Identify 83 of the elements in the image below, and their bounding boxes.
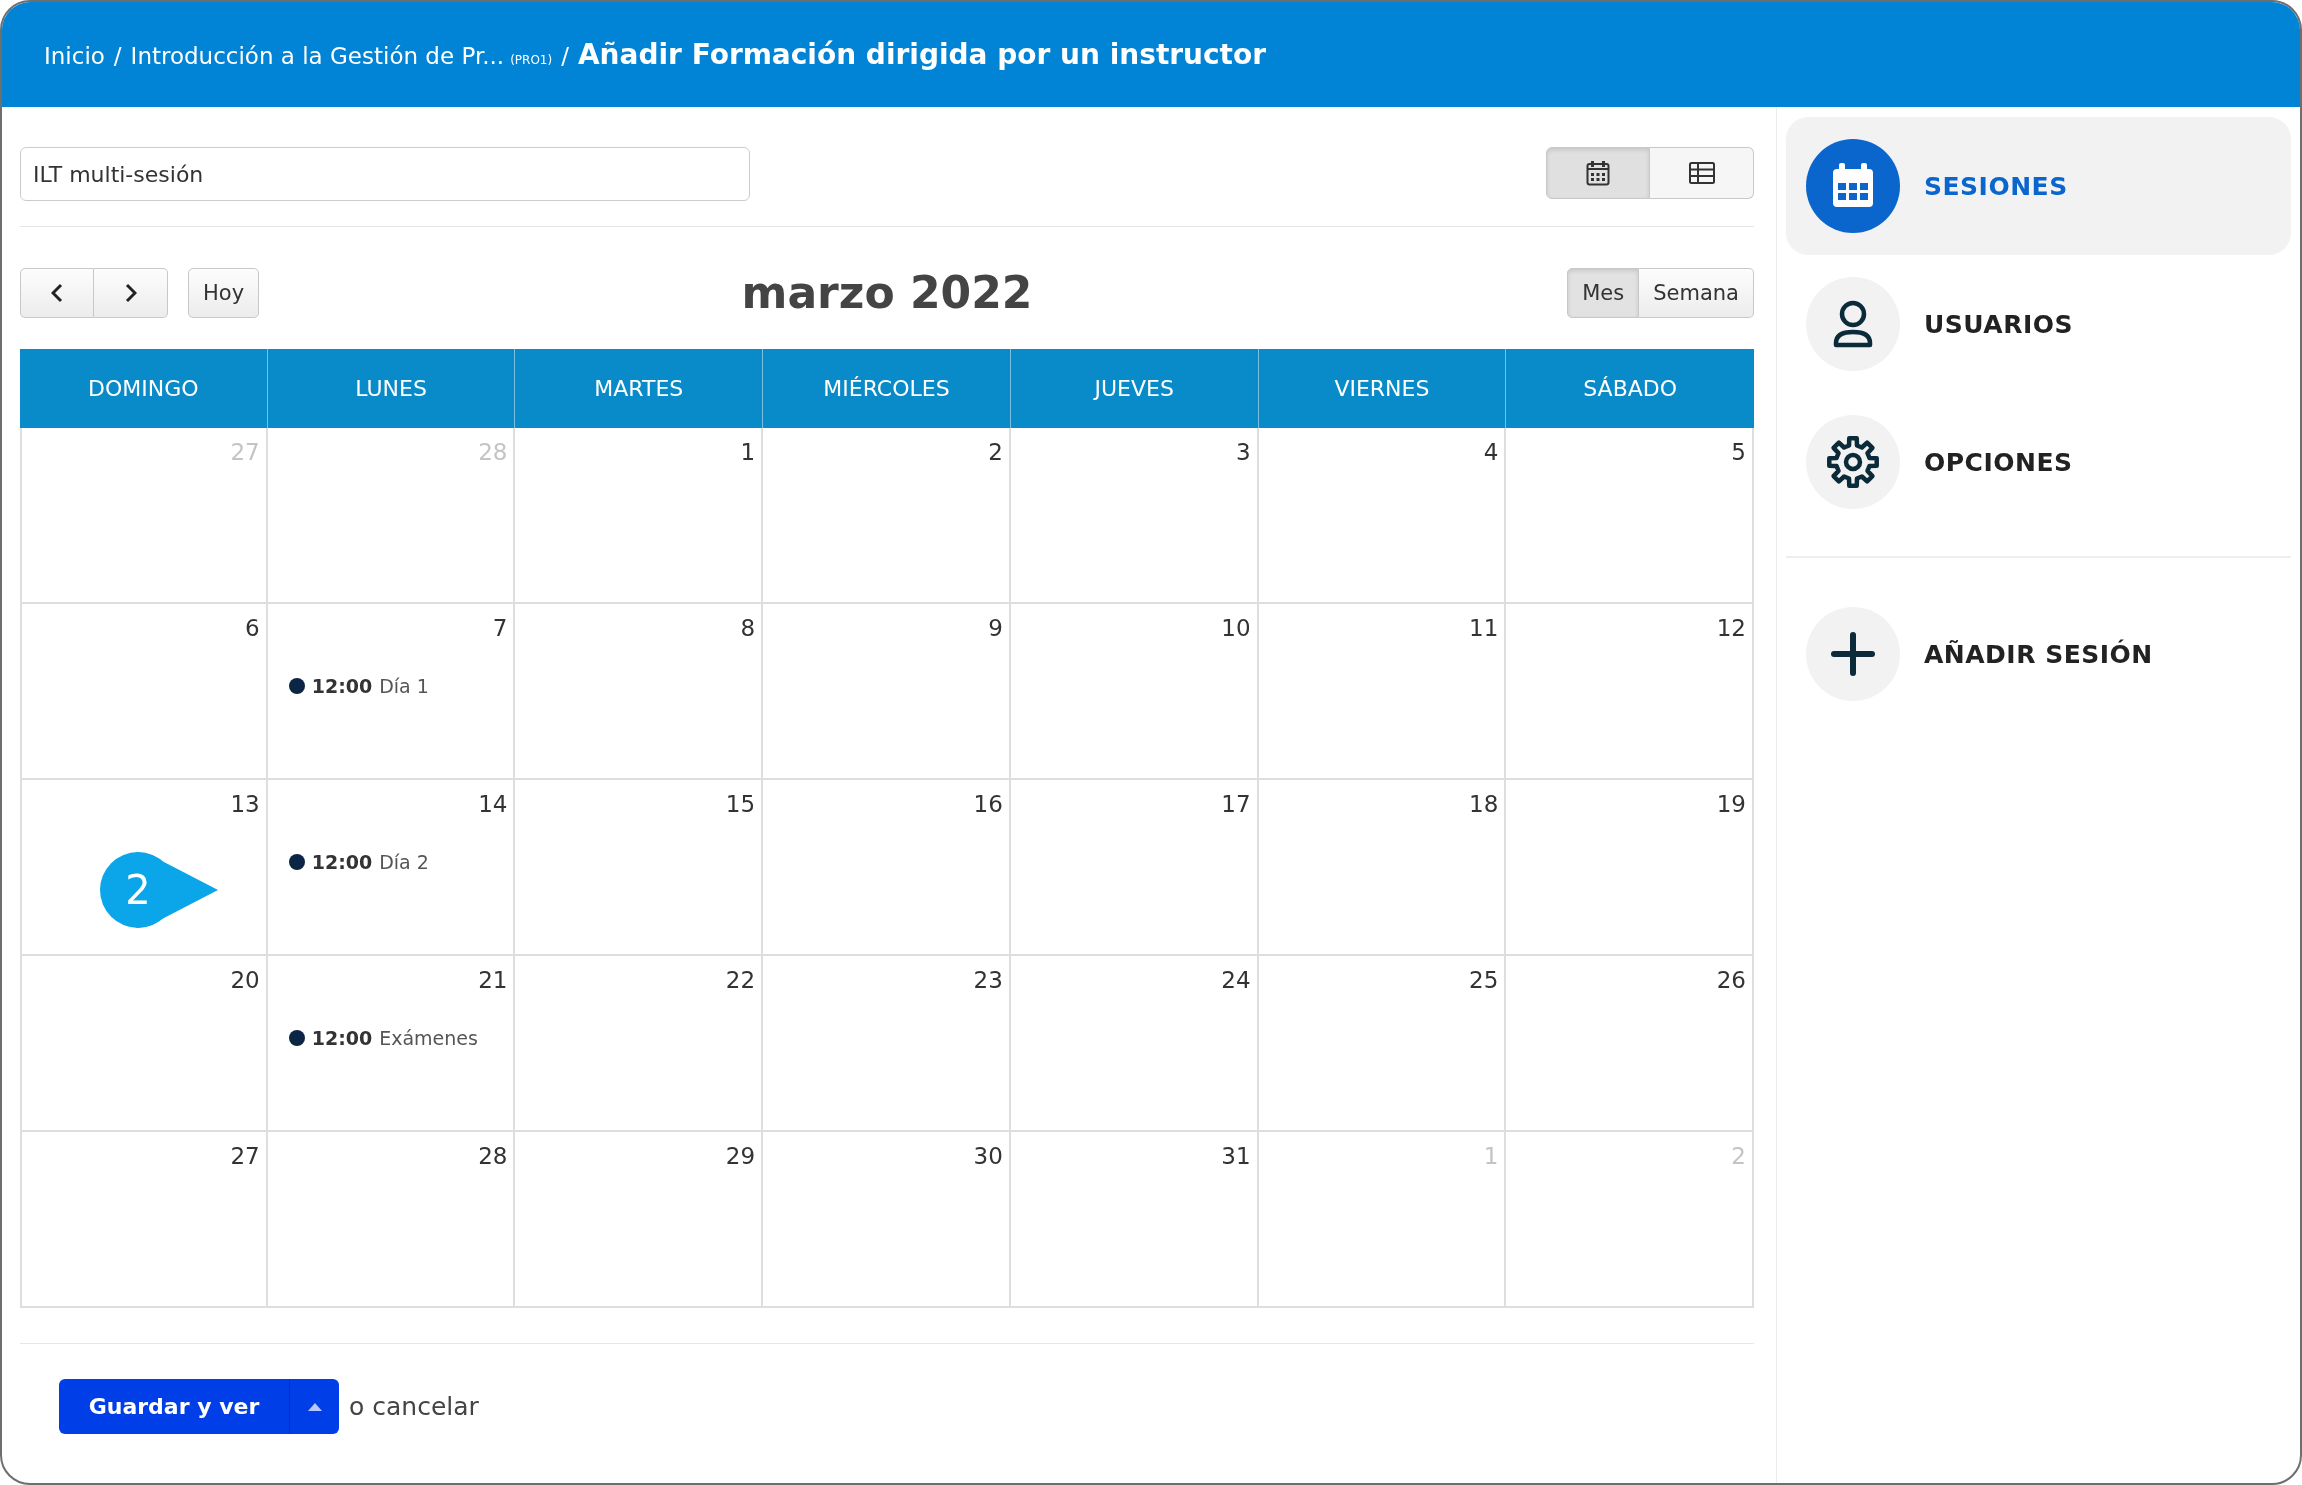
day-number: 15: [725, 790, 756, 819]
sidebar-label: AÑADIR SESIÓN: [1924, 639, 2153, 669]
weekday-header: LUNES: [267, 349, 516, 428]
save-button[interactable]: Guardar y ver: [59, 1379, 289, 1434]
weekday-header: MARTES: [515, 349, 764, 428]
day-number: 31: [1221, 1142, 1251, 1171]
day-number: 9: [988, 614, 1003, 643]
breadcrumb-link[interactable]: Inicio: [44, 43, 105, 69]
view-mode-button[interactable]: Mes: [1567, 267, 1640, 318]
day-number: 29: [725, 1142, 756, 1171]
event-dot-icon: [288, 854, 305, 870]
user-icon: [1806, 277, 1900, 371]
day-number: 18: [1469, 790, 1499, 819]
day-number: 22: [725, 966, 756, 995]
breadcrumb-separator: /: [113, 43, 122, 69]
course-code: (PRO1): [510, 53, 553, 67]
day-number: 19: [1716, 790, 1746, 819]
table-icon: [1688, 162, 1715, 184]
day-number: 11: [1469, 614, 1499, 643]
day-number: 3: [1235, 438, 1251, 467]
sidebar-label: OPCIONES: [1924, 447, 2073, 477]
day-number: 26: [1716, 966, 1746, 995]
previous-button[interactable]: [20, 267, 94, 318]
day-number: 24: [1221, 966, 1251, 995]
day-number: 5: [1731, 438, 1746, 467]
day-number: 1: [740, 438, 756, 467]
day-number: 27: [230, 438, 260, 467]
breadcrumb-link[interactable]: Introducción a la Gestión de Pr...: [130, 43, 505, 69]
cancel-text[interactable]: o cancelar: [349, 1392, 479, 1421]
day-number: 12: [1716, 614, 1746, 643]
day-number: 6: [245, 614, 260, 643]
day-number: 8: [740, 614, 756, 643]
day-number: 4: [1483, 438, 1499, 467]
today-button[interactable]: Hoy: [188, 267, 260, 318]
title-input[interactable]: ILT multi-sesión: [20, 147, 750, 201]
caret-icon: [307, 1402, 322, 1411]
weekday-header: VIERNES: [1258, 349, 1507, 428]
chevron-left-icon: [51, 282, 63, 303]
sidebar-label: SESIONES: [1924, 171, 2068, 201]
day-number: 16: [973, 790, 1003, 819]
day-number: 25: [1469, 966, 1499, 995]
day-number: 14: [478, 790, 508, 819]
plus-icon: [1806, 607, 1900, 701]
day-number: 20: [230, 966, 260, 995]
day-number: 17: [1221, 790, 1251, 819]
view-mode-button[interactable]: Semana: [1639, 267, 1754, 318]
day-number: 2: [988, 438, 1003, 467]
event-dot-icon: [288, 678, 305, 694]
settings-icon: [1806, 415, 1900, 509]
day-number: 28: [478, 438, 508, 467]
view-toggle-button[interactable]: [1650, 147, 1754, 199]
calendar-icon: [1586, 160, 1610, 186]
next-button[interactable]: [94, 267, 168, 318]
day-number: 30: [973, 1142, 1003, 1171]
dropdown-toggle-button[interactable]: [289, 1379, 339, 1434]
calendar-event[interactable]: 12:00 Exámenes: [288, 1027, 478, 1049]
weekday-header: JUEVES: [1010, 349, 1259, 428]
view-toggle-button[interactable]: [1546, 147, 1650, 199]
calendar-event[interactable]: 12:00 Día 2: [288, 851, 429, 873]
day-number: 1: [1483, 1142, 1499, 1171]
sessions-tab[interactable]: SESIONES: [1786, 117, 2291, 255]
calendar-icon: [1806, 139, 1900, 233]
page-title: Añadir Formación dirigida por un instructor: [577, 38, 1267, 71]
month-title: marzo 2022: [741, 267, 1033, 318]
weekday-header: SÁBADO: [1506, 349, 1754, 428]
sidebar-label: USUARIOS: [1924, 309, 2073, 339]
day-number: 27: [230, 1142, 260, 1171]
breadcrumb-separator: /: [561, 43, 569, 69]
day-number: 13: [230, 790, 260, 819]
weekday-header: DOMINGO: [20, 349, 268, 428]
day-number: 7: [492, 614, 508, 643]
day-number: 23: [973, 966, 1003, 995]
day-number: 10: [1221, 614, 1251, 643]
calendar-event[interactable]: 12:00 Día 1: [288, 675, 429, 697]
chevron-right-icon: [124, 282, 137, 303]
users-tab[interactable]: USUARIOS: [1786, 255, 2291, 393]
options-tab[interactable]: OPCIONES: [1786, 393, 2291, 531]
event-dot-icon: [288, 1030, 305, 1046]
day-number: 2: [1731, 1142, 1746, 1171]
day-number: 28: [478, 1142, 508, 1171]
add-session-button[interactable]: AÑADIR SESIÓN: [1786, 585, 2291, 723]
day-number: 21: [478, 966, 508, 995]
weekday-header: MIÉRCOLES: [763, 349, 1011, 428]
